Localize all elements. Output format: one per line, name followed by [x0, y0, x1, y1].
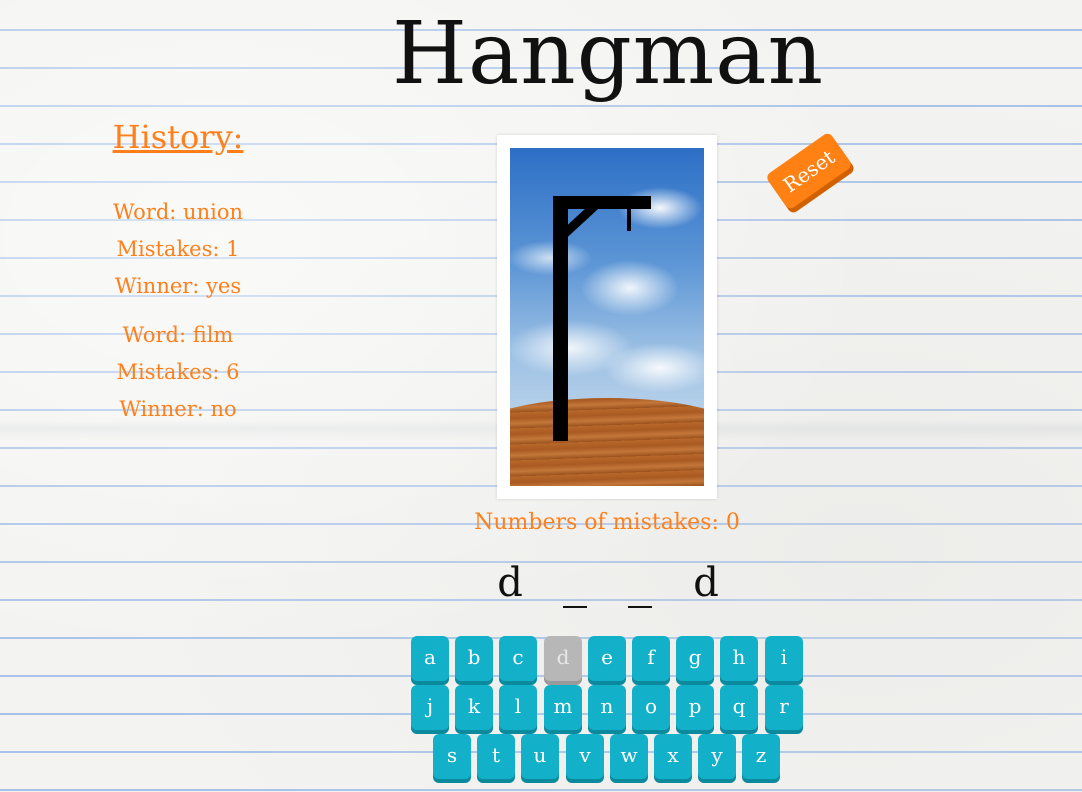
key-h[interactable]: h	[720, 636, 758, 681]
history-word: Word: union	[113, 200, 243, 224]
key-p[interactable]: p	[676, 685, 714, 730]
key-a[interactable]: a	[411, 636, 449, 681]
key-q[interactable]: q	[720, 685, 758, 730]
history-panel: History: Word: union Mistakes: 1 Winner:…	[80, 118, 276, 440]
key-m[interactable]: m	[544, 685, 582, 730]
word-letter: d	[693, 560, 719, 606]
key-j[interactable]: j	[411, 685, 449, 730]
key-c[interactable]: c	[499, 636, 537, 681]
history-mistakes: Mistakes: 6	[116, 360, 240, 384]
history-entry: Word: union Mistakes: 1 Winner: yes	[80, 194, 276, 305]
key-k[interactable]: k	[455, 685, 493, 730]
key-v[interactable]: v	[566, 734, 604, 779]
key-u[interactable]: u	[521, 734, 559, 779]
history-winner: Winner: yes	[114, 274, 242, 298]
key-f[interactable]: f	[632, 636, 670, 681]
key-x[interactable]: x	[654, 734, 692, 779]
key-s[interactable]: s	[433, 734, 471, 779]
gallows-beam	[553, 196, 651, 209]
key-i[interactable]: i	[765, 636, 803, 681]
history-mistakes: Mistakes: 1	[116, 237, 240, 261]
word-blank	[628, 606, 652, 608]
key-b[interactable]: b	[455, 636, 493, 681]
history-heading: History:	[112, 118, 244, 156]
key-d[interactable]: d	[544, 636, 582, 681]
gallows-scene	[510, 148, 704, 486]
key-g[interactable]: g	[676, 636, 714, 681]
key-e[interactable]: e	[588, 636, 626, 681]
word-letter: d	[497, 560, 523, 606]
page-title: Hangman	[392, 4, 824, 104]
key-n[interactable]: n	[588, 685, 626, 730]
key-r[interactable]: r	[765, 685, 803, 730]
gallows-drawing	[553, 196, 651, 441]
reset-button[interactable]: Reset	[765, 131, 853, 211]
key-o[interactable]: o	[632, 685, 670, 730]
history-winner: Winner: no	[119, 397, 237, 421]
gallows-rope	[627, 206, 631, 231]
word-blank	[563, 606, 587, 608]
key-y[interactable]: y	[698, 734, 736, 779]
key-w[interactable]: w	[610, 734, 648, 779]
gallows-card	[497, 135, 717, 499]
history-word: Word: film	[122, 323, 234, 347]
key-z[interactable]: z	[742, 734, 780, 779]
history-entry: Word: film Mistakes: 6 Winner: no	[80, 317, 276, 428]
key-l[interactable]: l	[499, 685, 537, 730]
mistakes-counter: Numbers of mistakes: 0	[474, 510, 740, 535]
key-t[interactable]: t	[477, 734, 515, 779]
